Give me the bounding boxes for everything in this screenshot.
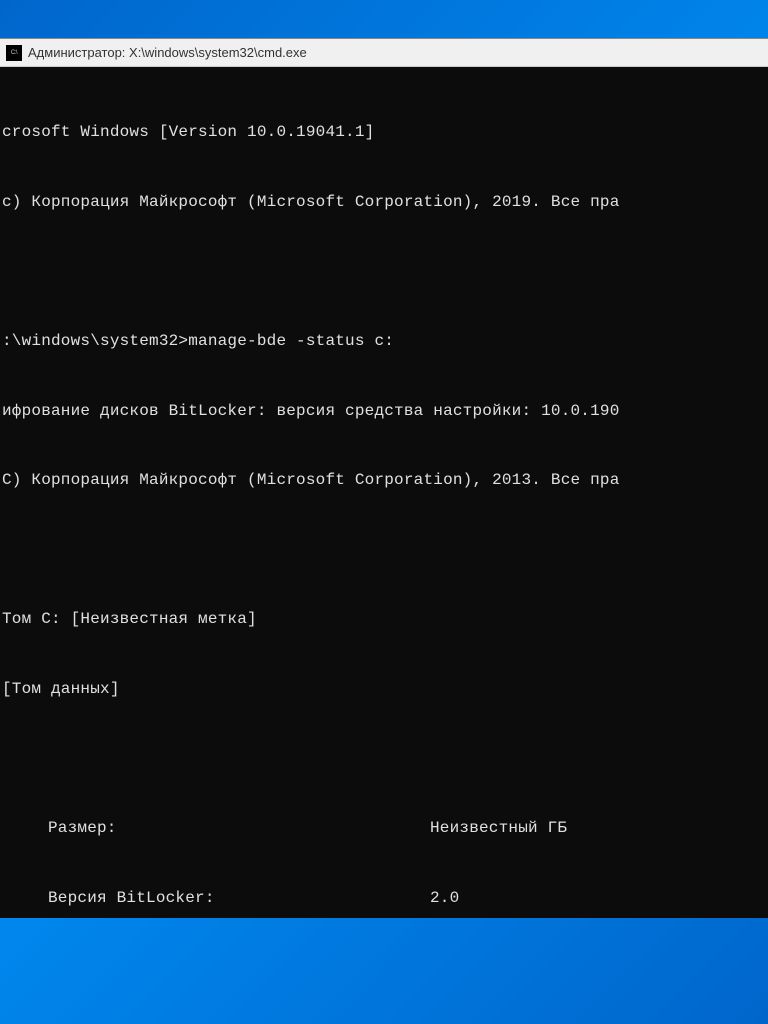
- console-output[interactable]: crosoft Windows [Version 10.0.19041.1] с…: [0, 67, 768, 918]
- blank-line: [0, 261, 768, 284]
- command-line: :\windows\system32>manage-bde -status c:: [0, 330, 768, 353]
- cmd-window: Администратор: X:\windows\system32\cmd.e…: [0, 38, 768, 918]
- field-value: 2.0: [430, 887, 768, 910]
- volume-data-line: [Том данных]: [0, 678, 768, 701]
- bitlocker-tool-line: ифрование дисков BitLocker: версия средс…: [0, 400, 768, 423]
- field-label: Размер:: [0, 817, 430, 840]
- copyright-line-2: С) Корпорация Майкрософт (Microsoft Corp…: [0, 469, 768, 492]
- window-title: Администратор: X:\windows\system32\cmd.e…: [28, 45, 307, 60]
- blank-line: [0, 539, 768, 562]
- field-row: Версия BitLocker:2.0: [0, 887, 768, 910]
- field-label: Версия BitLocker:: [0, 887, 430, 910]
- titlebar[interactable]: Администратор: X:\windows\system32\cmd.e…: [0, 39, 768, 67]
- blank-line: [0, 747, 768, 770]
- field-value: Неизвестный ГБ: [430, 817, 768, 840]
- field-row: Размер:Неизвестный ГБ: [0, 817, 768, 840]
- cmd-icon: [6, 45, 22, 61]
- copyright-line-1: с) Корпорация Майкрософт (Microsoft Corp…: [0, 191, 768, 214]
- version-line: crosoft Windows [Version 10.0.19041.1]: [0, 121, 768, 144]
- volume-c-line: Том С: [Неизвестная метка]: [0, 608, 768, 631]
